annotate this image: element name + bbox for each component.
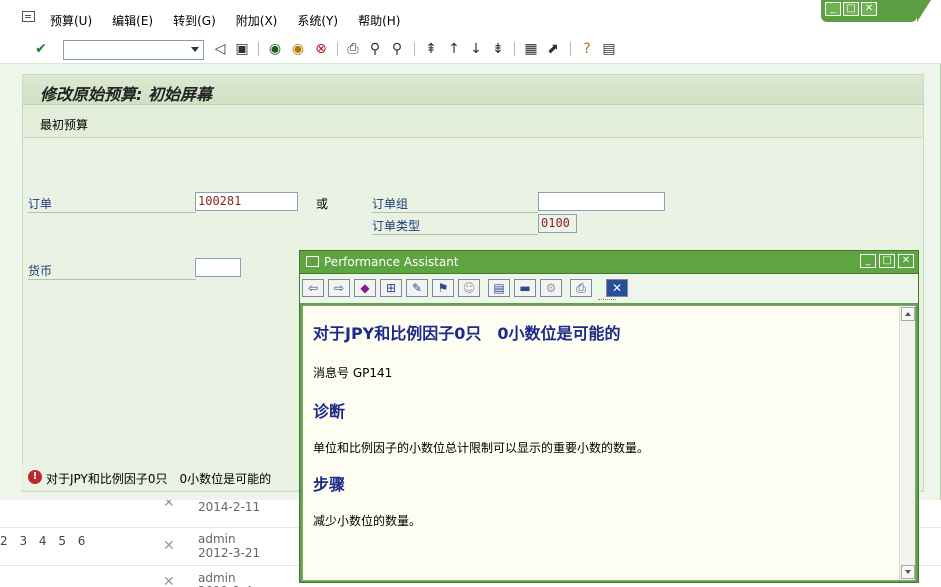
- window-icon[interactable]: ▬: [514, 279, 536, 297]
- error-icon: !: [28, 470, 42, 484]
- order-label: 订单: [28, 195, 196, 213]
- initial-budget-button[interactable]: 最初预算: [40, 116, 88, 133]
- minimize-icon[interactable]: _: [825, 2, 841, 16]
- document-icon[interactable]: ▤: [488, 279, 510, 297]
- find-next-icon[interactable]: ⚲: [389, 41, 405, 57]
- window-icon: [306, 256, 319, 267]
- shortcut-icon[interactable]: ⬈: [545, 41, 561, 57]
- structure-icon[interactable]: ⊞: [380, 279, 402, 297]
- performance-assistant-window: Performance Assistant _ □ ✕ ⇦ ⇨ ◆ ⊞ ✎ ⚑ …: [299, 250, 919, 583]
- previous-page-icon[interactable]: ↑: [446, 41, 462, 57]
- layout-menu-icon[interactable]: ▤: [601, 41, 617, 57]
- arrow-right-icon[interactable]: ⇨: [328, 279, 350, 297]
- toolbar-separator: [414, 42, 415, 56]
- maximize-icon[interactable]: □: [879, 254, 895, 268]
- menu-items: 预算(U) 编辑(E) 转到(G) 附加(X) 系统(Y) 帮助(H): [50, 12, 420, 29]
- diagnosis-text: 单位和比例因子的小数位总计限制可以显示的重要小数的数量。: [313, 441, 650, 455]
- back-arrow-icon[interactable]: ◁: [212, 41, 228, 57]
- arrow-left-icon[interactable]: ⇦: [302, 279, 324, 297]
- minimize-icon[interactable]: _: [860, 254, 876, 268]
- close-icon[interactable]: ✕: [861, 2, 877, 16]
- edit-icon[interactable]: ✎: [406, 279, 428, 297]
- menu-help[interactable]: 帮助(H): [358, 12, 400, 29]
- resize-grip[interactable]: [598, 299, 616, 301]
- status-bar[interactable]: ! 对于JPY和比例因子0只 0小数位是可能的: [22, 465, 302, 489]
- pa-toolbar: ⇦ ⇨ ◆ ⊞ ✎ ⚑ ☺ ▤ ▬ ⚙ ⎙ ✕: [300, 273, 918, 303]
- row-date: 2012-3-21: [198, 546, 261, 560]
- or-label: 或: [316, 197, 329, 211]
- toolbar-separator: [514, 42, 515, 56]
- order-field[interactable]: 100281: [195, 192, 298, 211]
- scroll-up-icon[interactable]: [901, 307, 915, 321]
- menu-edit[interactable]: 编辑(E): [112, 12, 153, 29]
- pa-title-bar[interactable]: Performance Assistant _ □ ✕: [300, 251, 918, 273]
- next-page-icon[interactable]: ↓: [468, 41, 484, 57]
- maximize-icon[interactable]: □: [843, 2, 859, 16]
- row-date: 2014-2-11: [198, 500, 261, 514]
- command-field[interactable]: [63, 40, 204, 60]
- procedure-heading: 步骤: [313, 475, 346, 494]
- scroll-down-icon[interactable]: [901, 565, 915, 579]
- delete-icon[interactable]: ✕: [163, 538, 175, 554]
- currency-field[interactable]: [195, 258, 241, 277]
- menu-budget[interactable]: 预算(U): [50, 12, 92, 29]
- toolbar-separator: [337, 42, 338, 56]
- page-title: 修改原始预算: 初始屏幕: [40, 85, 212, 104]
- diagnosis-heading: 诊断: [313, 402, 346, 421]
- menu-extras[interactable]: 附加(X): [236, 12, 278, 29]
- toolbar-separator: [258, 42, 259, 56]
- book-icon[interactable]: ◆: [354, 279, 376, 297]
- pagination[interactable]: 2 3 4 5 6: [0, 534, 89, 548]
- message-heading: 对于JPY和比例因子0只 0小数位是可能的: [313, 324, 621, 343]
- last-page-icon[interactable]: ⇟: [490, 41, 506, 57]
- menu-bar: 预算(U) 编辑(E) 转到(G) 附加(X) 系统(Y) 帮助(H) _ □ …: [0, 0, 941, 36]
- back-icon[interactable]: ◉: [267, 41, 283, 57]
- help-icon[interactable]: ?: [579, 41, 595, 57]
- exit-icon[interactable]: ◉: [290, 41, 306, 57]
- pa-window-controls: _ □ ✕: [860, 254, 914, 268]
- row-author: admin: [198, 532, 236, 546]
- pa-content: 对于JPY和比例因子0只 0小数位是可能的 消息号 GP141 诊断 单位和比例…: [302, 305, 916, 581]
- order-group-label: 订单组: [372, 195, 538, 213]
- procedure-text: 减少小数位的数量。: [313, 514, 422, 528]
- toolbar-separator: [570, 42, 571, 56]
- menu-goto[interactable]: 转到(G): [173, 12, 216, 29]
- find-icon[interactable]: ⚲: [367, 41, 383, 57]
- close-icon[interactable]: ✕: [606, 279, 628, 297]
- cancel-icon[interactable]: ⊗: [313, 41, 329, 57]
- standard-toolbar: ✔ ◁ ▣ ◉ ◉ ⊗ ⎙ ⚲ ⚲ ⇞ ↑ ↓ ⇟ ▦ ⬈ ? ▤: [0, 36, 941, 64]
- menu-system[interactable]: 系统(Y): [297, 12, 338, 29]
- chevron-down-icon[interactable]: [191, 47, 199, 52]
- print-icon[interactable]: ⎙: [570, 279, 592, 297]
- system-menu-icon[interactable]: [22, 11, 35, 22]
- enter-icon[interactable]: ✔: [33, 41, 49, 57]
- order-type-label: 订单类型: [372, 217, 538, 235]
- message-number: 消息号 GP141: [313, 366, 393, 380]
- create-session-icon[interactable]: ▦: [523, 41, 539, 57]
- title-bar: 修改原始预算: 初始屏幕: [23, 75, 923, 105]
- settings-icon[interactable]: ⚙: [540, 279, 562, 297]
- vertical-scrollbar[interactable]: [899, 306, 915, 580]
- currency-label: 货币: [28, 262, 196, 280]
- technical-info-icon[interactable]: ⚑: [432, 279, 454, 297]
- first-page-icon[interactable]: ⇞: [423, 41, 439, 57]
- users-icon[interactable]: ☺: [458, 279, 480, 297]
- save-icon[interactable]: ▣: [234, 41, 250, 57]
- window-controls: _ □ ✕: [821, 0, 931, 22]
- close-icon[interactable]: ✕: [898, 254, 914, 268]
- delete-icon[interactable]: ✕: [163, 574, 175, 587]
- print-icon[interactable]: ⎙: [345, 41, 361, 57]
- pa-title: Performance Assistant: [324, 255, 459, 269]
- status-message: 对于JPY和比例因子0只 0小数位是可能的: [46, 472, 272, 486]
- order-group-field[interactable]: [538, 192, 665, 211]
- order-type-field[interactable]: 0100: [538, 214, 577, 233]
- application-toolbar: 最初预算: [23, 106, 923, 138]
